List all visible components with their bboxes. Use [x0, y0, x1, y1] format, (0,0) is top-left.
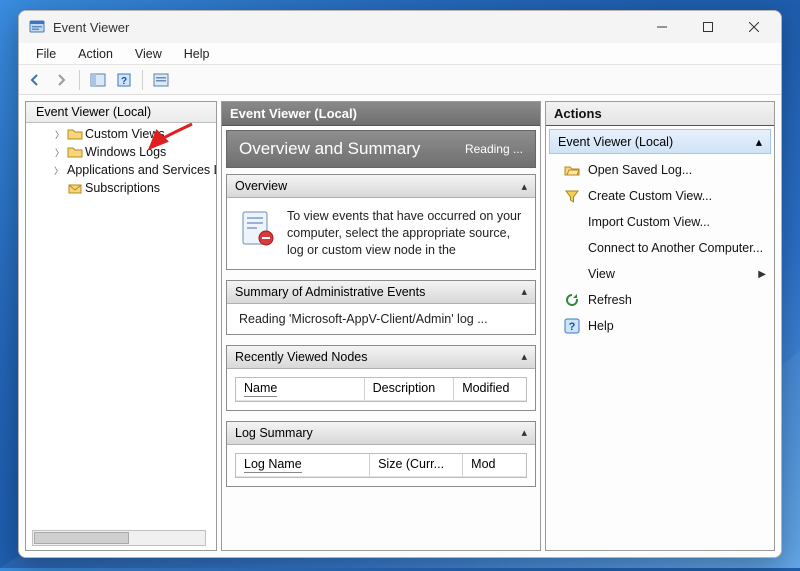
tree-item-subscriptions[interactable]: 〉 Subscriptions — [26, 179, 216, 197]
actions-panel: Actions Event Viewer (Local) ▴ Open Save… — [545, 101, 775, 551]
section-header[interactable]: Overview ▴ — [227, 175, 535, 198]
properties-button[interactable] — [149, 68, 173, 92]
section-title: Overview — [235, 179, 287, 193]
menu-file[interactable]: File — [25, 43, 67, 64]
expand-icon[interactable]: 〉 — [54, 164, 63, 177]
svg-text:?: ? — [121, 76, 127, 87]
menu-action[interactable]: Action — [67, 43, 124, 64]
tree-item-label: Windows Logs — [85, 145, 166, 159]
blank-icon — [564, 266, 580, 282]
overview-title: Overview and Summary — [239, 139, 420, 159]
action-import-custom-view[interactable]: Import Custom View... — [546, 209, 774, 235]
collapse-icon[interactable]: ▴ — [521, 426, 527, 439]
section-recent-nodes: Recently Viewed Nodes ▴ Name Description… — [226, 345, 536, 411]
maximize-button[interactable] — [685, 11, 731, 43]
help-button[interactable]: ? — [112, 68, 136, 92]
expand-icon[interactable]: 〉 — [54, 128, 65, 141]
forward-button[interactable] — [49, 68, 73, 92]
admin-summary-text: Reading 'Microsoft-AppV-Client/Admin' lo… — [239, 312, 488, 326]
tree-item-apps-services-logs[interactable]: 〉 Applications and Services Logs — [26, 161, 216, 179]
actions-group-header[interactable]: Event Viewer (Local) ▴ — [549, 129, 771, 154]
action-label: Refresh — [588, 293, 632, 307]
svg-text:?: ? — [569, 321, 576, 333]
action-label: Help — [588, 319, 614, 333]
folder-open-icon — [564, 162, 580, 178]
details-panel: Event Viewer (Local) Overview and Summar… — [221, 101, 541, 551]
action-label: Open Saved Log... — [588, 163, 692, 177]
chevron-right-icon: ▶ — [758, 269, 766, 280]
overview-text: To view events that have occurred on you… — [287, 208, 525, 259]
action-connect-computer[interactable]: Connect to Another Computer... — [546, 235, 774, 261]
recent-nodes-table: Name Description Modified — [235, 377, 527, 402]
event-viewer-window: Event Viewer File Action View Help ? Eve… — [18, 10, 782, 558]
overview-banner: Overview and Summary Reading ... — [226, 130, 536, 168]
menu-help[interactable]: Help — [173, 43, 221, 64]
section-header[interactable]: Log Summary ▴ — [227, 422, 535, 445]
action-open-saved-log[interactable]: Open Saved Log... — [546, 157, 774, 183]
section-title: Recently Viewed Nodes — [235, 350, 367, 364]
section-overview: Overview ▴ To view events that have occu… — [226, 174, 536, 270]
details-header: Event Viewer (Local) — [222, 102, 540, 126]
action-label: Import Custom View... — [588, 215, 710, 229]
col-log-name[interactable]: Log Name — [236, 454, 370, 477]
overview-status: Reading ... — [465, 142, 523, 156]
app-icon — [29, 19, 45, 35]
funnel-icon — [564, 188, 580, 204]
expand-icon[interactable]: 〉 — [54, 146, 65, 159]
col-description[interactable]: Description — [365, 378, 455, 401]
menubar: File Action View Help — [19, 43, 781, 65]
tree-item-label: Subscriptions — [85, 181, 160, 195]
col-mod[interactable]: Mod — [463, 454, 526, 477]
collapse-icon[interactable]: ▴ — [756, 134, 762, 149]
collapse-icon[interactable]: ▴ — [521, 285, 527, 298]
tree-item-windows-logs[interactable]: 〉 Windows Logs — [26, 143, 216, 161]
blank-icon — [564, 240, 580, 256]
blank-icon — [564, 214, 580, 230]
menu-view[interactable]: View — [124, 43, 173, 64]
folder-icon — [67, 126, 83, 142]
toolbar-separator — [142, 70, 143, 90]
section-header[interactable]: Recently Viewed Nodes ▴ — [227, 346, 535, 369]
section-header[interactable]: Summary of Administrative Events ▴ — [227, 281, 535, 304]
section-log-summary: Log Summary ▴ Log Name Size (Curr... Mod — [226, 421, 536, 487]
tree-root-label: Event Viewer (Local) — [36, 105, 151, 119]
action-create-custom-view[interactable]: Create Custom View... — [546, 183, 774, 209]
show-hide-tree-button[interactable] — [86, 68, 110, 92]
collapse-icon[interactable]: ▴ — [521, 350, 527, 363]
col-size[interactable]: Size (Curr... — [370, 454, 463, 477]
subscriptions-icon — [67, 180, 83, 196]
section-title: Log Summary — [235, 426, 313, 440]
close-button[interactable] — [731, 11, 777, 43]
back-button[interactable] — [23, 68, 47, 92]
actions-header: Actions — [546, 102, 774, 126]
action-refresh[interactable]: Refresh — [546, 287, 774, 313]
section-title: Summary of Administrative Events — [235, 285, 425, 299]
window-title: Event Viewer — [53, 20, 129, 35]
action-view-submenu[interactable]: View ▶ — [546, 261, 774, 287]
action-help[interactable]: ? Help — [546, 313, 774, 339]
minimize-button[interactable] — [639, 11, 685, 43]
help-icon: ? — [564, 318, 580, 334]
collapse-icon[interactable]: ▴ — [521, 180, 527, 193]
action-label: Create Custom View... — [588, 189, 712, 203]
horizontal-scrollbar[interactable] — [32, 530, 206, 546]
folder-icon — [67, 144, 83, 160]
tree-item-label: Applications and Services Logs — [67, 163, 216, 177]
section-admin-summary: Summary of Administrative Events ▴ Readi… — [226, 280, 536, 335]
col-name[interactable]: Name — [236, 378, 365, 401]
toolbar-separator — [79, 70, 80, 90]
actions-group-title: Event Viewer (Local) — [558, 135, 673, 149]
tree-root[interactable]: Event Viewer (Local) — [26, 102, 216, 123]
console-tree-panel: Event Viewer (Local) 〉 Custom Views 〉 Wi… — [25, 101, 217, 551]
log-summary-table: Log Name Size (Curr... Mod — [235, 453, 527, 478]
action-label: Connect to Another Computer... — [588, 241, 763, 255]
action-label: View — [588, 267, 615, 281]
tree-item-label: Custom Views — [85, 127, 165, 141]
toolbar: ? — [19, 65, 781, 95]
tree-item-custom-views[interactable]: 〉 Custom Views — [26, 125, 216, 143]
refresh-icon — [564, 292, 580, 308]
col-modified[interactable]: Modified — [454, 378, 526, 401]
titlebar[interactable]: Event Viewer — [19, 11, 781, 43]
overview-info-icon — [237, 208, 277, 248]
